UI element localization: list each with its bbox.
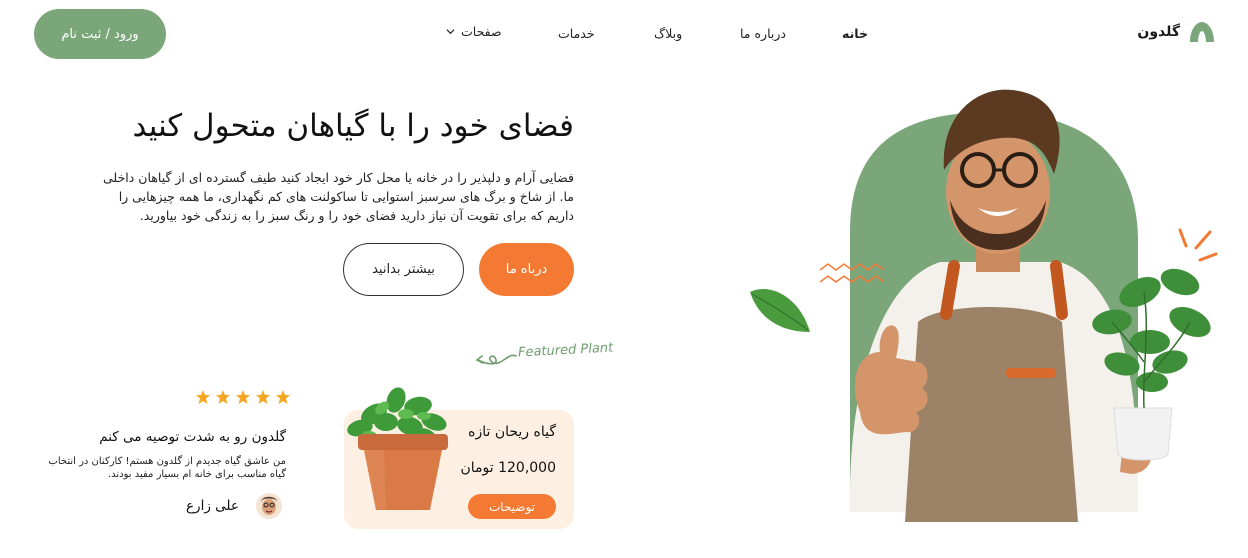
nav-item-home[interactable]: خانه bbox=[842, 26, 868, 41]
avatar bbox=[255, 493, 282, 519]
nav-item-pages-label: صفحات bbox=[461, 24, 502, 39]
hero-gardener-image bbox=[750, 89, 1218, 522]
rating-stars bbox=[195, 389, 291, 405]
nav-item-about[interactable]: درباره ما bbox=[740, 26, 786, 41]
hero-title: فضای خود را با گیاهان متحول کنید bbox=[132, 108, 574, 144]
leaf-logo-icon bbox=[1190, 22, 1214, 42]
about-us-button[interactable]: درباه ما bbox=[479, 243, 574, 296]
testimonial-text: من عاشق گیاه جدیدم از گلدون هستم! کارکنا… bbox=[48, 456, 286, 480]
hero-description: فضایی آرام و دلپذیر را در خانه یا محل کا… bbox=[103, 170, 574, 223]
featured-plant-label: Featured Plant bbox=[517, 340, 614, 361]
potted-plant-image bbox=[347, 387, 448, 510]
testimonial-author: علی زارع bbox=[186, 492, 283, 520]
nav-item-blog[interactable]: وبلاگ bbox=[654, 26, 682, 41]
testimonial-title: گلدون رو به شدت توصیه می کنم bbox=[99, 429, 286, 445]
author-name: علی زارع bbox=[186, 498, 239, 514]
product-price: 120,000 تومان bbox=[460, 460, 556, 476]
star-icon bbox=[256, 390, 270, 404]
learn-more-button[interactable]: بیشتر بدانید bbox=[343, 243, 464, 296]
curved-arrow-icon bbox=[475, 354, 517, 365]
product-details-button[interactable]: توضیحات bbox=[468, 494, 556, 519]
top-navbar: گلدون خانه درباره ما وبلاگ خدمات صفحات و… bbox=[0, 0, 1248, 68]
nav-item-services[interactable]: خدمات bbox=[558, 26, 595, 41]
product-name: گیاه ریحان تازه bbox=[468, 424, 556, 440]
brand[interactable]: گلدون bbox=[1137, 20, 1216, 44]
chevron-down-icon bbox=[446, 29, 455, 35]
brand-name: گلدون bbox=[1137, 24, 1180, 40]
star-icon bbox=[236, 390, 250, 404]
star-icon bbox=[196, 390, 210, 404]
star-icon bbox=[276, 390, 290, 404]
star-icon bbox=[216, 390, 230, 404]
nav-item-pages[interactable]: صفحات bbox=[446, 24, 502, 39]
login-register-button[interactable]: ورود / ثبت نام bbox=[34, 9, 166, 59]
